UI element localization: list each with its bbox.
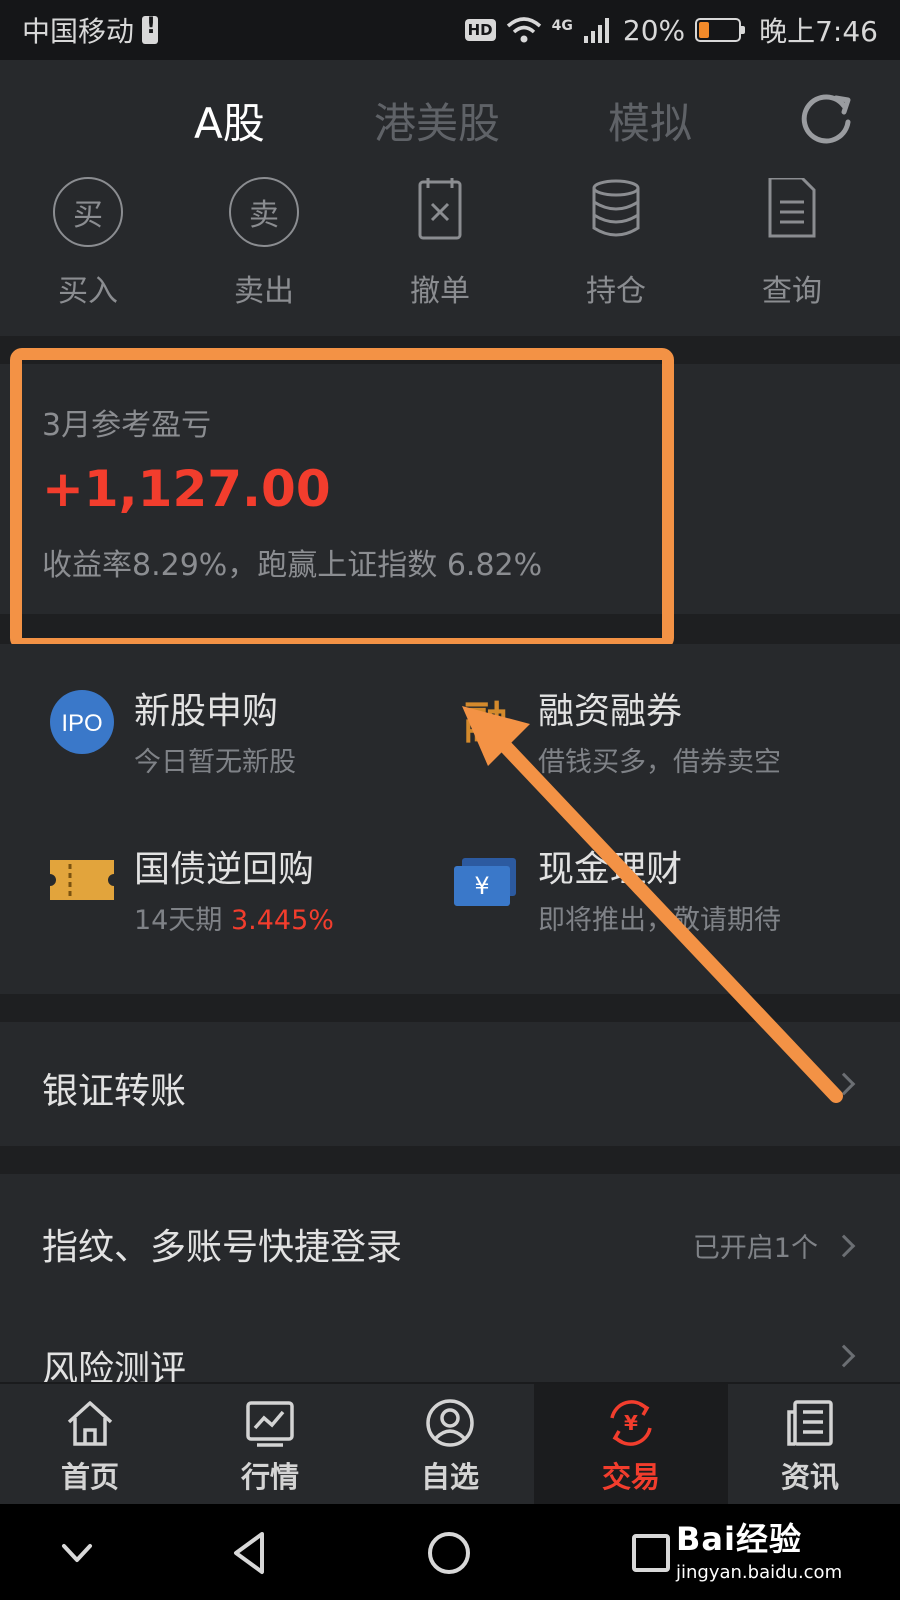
tab-a-shares[interactable]: A股 [194,90,265,151]
cash-management-subtitle: 即将推出，敬请期待 [538,905,781,936]
chevron-right-icon [832,1234,856,1257]
trade-icon: ¥ [610,1400,652,1446]
carrier-name: 中国移动 [22,15,135,48]
watchlist-icon [426,1399,474,1447]
network-type: 4G [551,18,573,34]
nav-market[interactable]: 行情 [180,1384,360,1504]
cancel-order-label: 撤单 [410,274,470,309]
nav-news-label: 资讯 [780,1460,839,1494]
services-grid: IPO 新股申购 今日暂无新股 融 融资融券 借钱买多，借券卖空 国债逆回购 1… [0,644,900,994]
cash-management-icon: ¥ [454,858,516,906]
cash-management-entry[interactable]: ¥ 现金理财 即将推出，敬请期待 [452,840,872,950]
margin-trading-title: 融资融券 [538,691,683,732]
cancel-order-icon [418,178,462,240]
nav-watchlist[interactable]: 自选 [360,1384,540,1504]
ipo-subtitle: 今日暂无新股 [134,747,296,778]
sell-button[interactable]: 卖 卖出 [204,177,324,310]
svg-text:IPO: IPO [61,710,102,737]
risk-assessment-right [832,1344,856,1368]
settings-list: 指纹、多账号快捷登录 已开启1个 风险测评 [0,1174,900,1390]
trade-quick-actions: 买 买入 卖 卖出 撤单 持仓 查询 [0,177,900,336]
quick-login-row[interactable]: 指纹、多账号快捷登录 已开启1个 [0,1174,900,1298]
chevron-right-icon [832,1072,856,1096]
margin-trading-entry[interactable]: 融 融资融券 借钱买多，借券卖空 [452,682,872,792]
market-tabs: A股 港美股 模拟 [0,60,900,178]
chevron-right-icon [832,1344,856,1368]
sell-icon: 卖 [228,177,300,250]
margin-trading-subtitle: 借钱买多，借券卖空 [538,747,781,778]
ipo-subscription-entry[interactable]: IPO 新股申购 今日暂无新股 [48,682,468,792]
watermark-url: jingyan.baidu.com [676,1562,843,1583]
tab-hk-us-stocks[interactable]: 港美股 [374,90,500,151]
holdings-button[interactable]: 持仓 [556,178,676,310]
wifi-icon [506,17,541,43]
bank-transfer-label: 银证转账 [42,1071,187,1112]
quick-login-status: 已开启1个 [692,1233,818,1264]
reverse-repo-title: 国债逆回购 [134,849,315,890]
margin-trading-icon: 融 [464,698,508,749]
query-label: 查询 [762,274,822,309]
nav-trade-label: 交易 [601,1460,660,1494]
battery-warning-icon [142,14,159,44]
reverse-repo-entry[interactable]: 国债逆回购 14天期 3.445% [48,840,468,950]
bank-transfer-right [832,1072,856,1096]
baidu-jingyan-watermark: Bai经验 jingyan.baidu.com [676,1514,842,1583]
reverse-repo-term: 14天期 [134,905,231,936]
sell-label: 卖出 [234,274,294,309]
status-right: HD 4G 20% 晚上7:46 [464,10,878,50]
ipo-icon: IPO [50,690,114,754]
collapse-chevron-icon[interactable] [52,1528,102,1578]
tab-simulation[interactable]: 模拟 [608,90,692,151]
svg-text:¥: ¥ [624,1411,638,1435]
recents-square-icon[interactable] [626,1528,676,1578]
watermark-brand: Bai经验 [676,1520,802,1558]
buy-label: 买入 [58,274,118,309]
back-triangle-icon[interactable] [226,1528,276,1578]
reverse-repo-rate: 3.445% [230,905,334,936]
battery-icon [695,18,746,42]
buy-button[interactable]: 买 买入 [28,177,148,310]
buy-icon: 买 [52,177,124,250]
bottom-navigation: 首页 行情 自选 ¥ 交易 资讯 [0,1382,900,1504]
nav-home-label: 首页 [60,1460,119,1494]
carrier-group: 中国移动 [22,10,159,50]
query-document-icon [768,178,816,238]
hd-badge: HD [464,19,496,41]
annotation-highlight-box [10,348,674,650]
news-icon [787,1400,833,1446]
ipo-title: 新股申购 [134,691,279,732]
nav-watchlist-label: 自选 [420,1460,479,1494]
svg-text:融: 融 [464,698,508,749]
risk-assessment-row[interactable]: 风险测评 [0,1298,900,1390]
svg-text:¥: ¥ [474,872,489,900]
nav-news[interactable]: 资讯 [720,1384,900,1504]
nav-home[interactable]: 首页 [0,1384,180,1504]
nav-trade[interactable]: ¥ 交易 [534,1384,728,1504]
bank-transfer-row[interactable]: 银证转账 [0,1022,900,1146]
query-button[interactable]: 查询 [732,178,852,310]
home-circle-icon[interactable] [424,1528,474,1578]
reverse-repo-subtitle: 14天期 3.445% [134,898,334,937]
quick-login-right: 已开启1个 [692,1226,856,1265]
clock: 晚上7:46 [759,15,878,48]
ticket-icon [50,860,114,900]
market-chart-icon [246,1401,294,1447]
nav-market-label: 行情 [240,1460,299,1494]
system-navigation-bar: Bai经验 jingyan.baidu.com [0,1504,900,1600]
holdings-label: 持仓 [586,274,646,309]
refresh-icon[interactable] [800,92,856,148]
holdings-icon [592,179,640,237]
home-icon [67,1401,113,1446]
cancel-order-button[interactable]: 撤单 [380,178,500,310]
signal-icon [583,18,609,43]
cash-management-title: 现金理财 [538,849,683,890]
status-bar: 中国移动 HD 4G 20% 晚上7:46 [0,0,900,60]
battery-percent: 20% [622,13,686,47]
quick-login-label: 指纹、多账号快捷登录 [42,1227,403,1268]
